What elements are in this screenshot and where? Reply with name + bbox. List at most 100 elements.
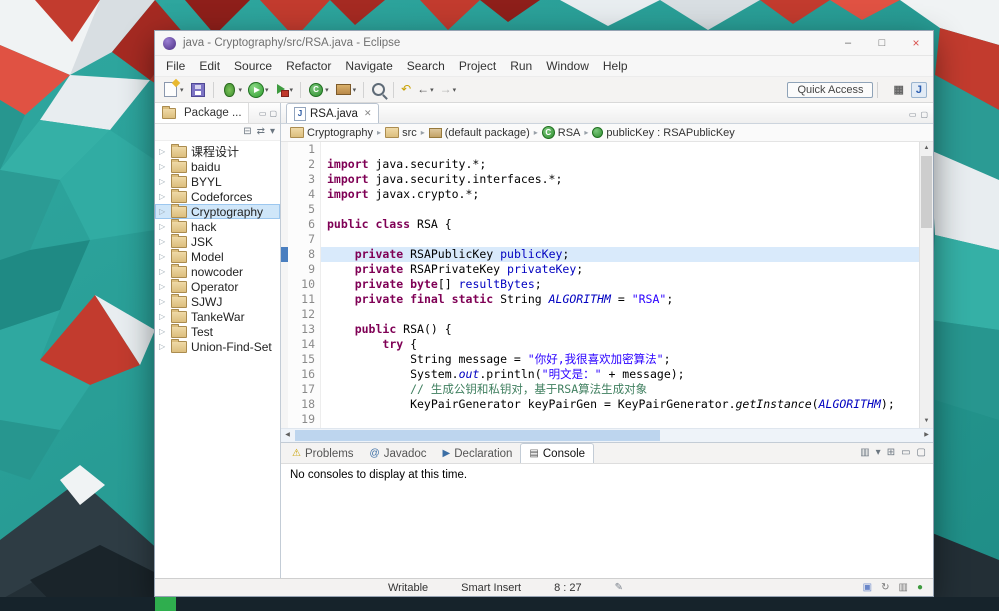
expand-arrow-icon[interactable]: ▷ [159, 297, 170, 306]
new-wizard-icon[interactable]: ▾ [160, 80, 186, 100]
tree-item[interactable]: ▷Operator [155, 279, 280, 294]
panel-tab-problems[interactable]: ⚠Problems [284, 444, 362, 463]
java-perspective-icon[interactable]: J [911, 82, 927, 98]
quick-access-button[interactable]: Quick Access [787, 82, 873, 98]
close-button[interactable]: × [899, 31, 933, 55]
menu-search[interactable]: Search [400, 57, 452, 75]
heap-status-icon[interactable]: ▥ [899, 582, 908, 593]
code-line[interactable]: 11 private final static String ALGORITHM… [281, 292, 919, 307]
view-menu-icon[interactable]: ▾ [270, 125, 275, 139]
menu-window[interactable]: Window [539, 57, 596, 75]
expand-arrow-icon[interactable]: ▷ [159, 312, 170, 321]
expand-arrow-icon[interactable]: ▷ [159, 162, 170, 171]
maximize-editor-icon[interactable]: ▢ [920, 110, 928, 119]
online-status-icon[interactable]: ● [917, 582, 923, 593]
tree-item[interactable]: ▷SJWJ [155, 294, 280, 309]
code-line[interactable]: 5 [281, 202, 919, 217]
code-line[interactable]: 18 KeyPairGenerator keyPairGen = KeyPair… [281, 397, 919, 412]
maximize-panel-icon[interactable]: ▢ [917, 446, 926, 460]
expand-arrow-icon[interactable]: ▷ [159, 327, 170, 336]
tree-item[interactable]: ▷Union-Find-Set [155, 339, 280, 354]
debug-icon[interactable]: ▾ [219, 80, 245, 100]
scroll-down-icon[interactable]: ▼ [920, 415, 933, 428]
menu-file[interactable]: File [159, 57, 192, 75]
expand-arrow-icon[interactable]: ▷ [159, 252, 170, 261]
start-button[interactable] [155, 597, 176, 611]
link-with-editor-icon[interactable]: ⇄ [257, 125, 265, 139]
breadcrumb-item[interactable]: src [383, 127, 419, 139]
scroll-up-icon[interactable]: ▲ [920, 142, 933, 155]
code-line[interactable]: 13 public RSA() { [281, 322, 919, 337]
code-line[interactable]: 4import javax.crypto.*; [281, 187, 919, 202]
expand-arrow-icon[interactable]: ▷ [159, 267, 170, 276]
back-icon[interactable]: ←▾ [415, 80, 436, 100]
title-bar[interactable]: java - Cryptography/src/RSA.java - Eclip… [155, 31, 933, 56]
breadcrumb-item[interactable]: publicKey : RSAPublicKey [590, 127, 736, 139]
code-line[interactable]: 12 [281, 307, 919, 322]
expand-arrow-icon[interactable]: ▷ [159, 192, 170, 201]
code-line[interactable]: 17 // 生成公钥和私钥对，基于RSA算法生成对象 [281, 382, 919, 397]
tree-item[interactable]: ▷BYYL [155, 174, 280, 189]
forward-icon[interactable]: →▾ [438, 80, 459, 100]
menu-refactor[interactable]: Refactor [279, 57, 338, 75]
tree-item[interactable]: ▷Codeforces [155, 189, 280, 204]
sync-icon[interactable]: ↻ [881, 582, 889, 593]
annotation-icon[interactable]: ▣ [863, 582, 872, 593]
panel-tab-declaration[interactable]: ▶Declaration [435, 444, 521, 463]
code-line[interactable]: 9 private RSAPrivateKey privateKey; [281, 262, 919, 277]
menu-source[interactable]: Source [227, 57, 279, 75]
horizontal-scrollbar-thumb[interactable] [295, 430, 660, 441]
tree-item[interactable]: ▷课程设计 [155, 144, 280, 159]
expand-arrow-icon[interactable]: ▷ [159, 177, 170, 186]
menu-edit[interactable]: Edit [192, 57, 227, 75]
tree-item[interactable]: ▷hack [155, 219, 280, 234]
tab-rsa-java[interactable]: J RSA.java ✕ [286, 103, 379, 123]
tree-item[interactable]: ▷Model [155, 249, 280, 264]
code-line[interactable]: 7 [281, 232, 919, 247]
code-line[interactable]: 15 String message = "你好,我很喜欢加密算法"; [281, 352, 919, 367]
expand-arrow-icon[interactable]: ▷ [159, 237, 170, 246]
vertical-scrollbar-thumb[interactable] [921, 156, 932, 228]
menu-project[interactable]: Project [452, 57, 503, 75]
tab-close-icon[interactable]: ✕ [364, 108, 372, 119]
console-menu-icon[interactable]: ▾ [876, 446, 881, 460]
expand-arrow-icon[interactable]: ▷ [159, 342, 170, 351]
taskbar[interactable] [0, 597, 999, 611]
minimize-view-icon[interactable]: ▭ [259, 109, 267, 118]
save-icon[interactable] [188, 80, 208, 100]
menu-run[interactable]: Run [503, 57, 539, 75]
expand-arrow-icon[interactable]: ▷ [159, 282, 170, 291]
expand-arrow-icon[interactable]: ▷ [159, 222, 170, 231]
panel-tab-javadoc[interactable]: @Javadoc [362, 444, 435, 463]
run-icon[interactable]: ▾ [246, 80, 271, 100]
search-icon[interactable] [369, 80, 388, 100]
external-tools-icon[interactable]: ▾ [273, 80, 296, 100]
new-java-class-icon[interactable]: C▾ [306, 80, 331, 100]
tree-item[interactable]: ▷JSK [155, 234, 280, 249]
menu-navigate[interactable]: Navigate [338, 57, 399, 75]
breadcrumb-item[interactable]: Cryptography [288, 127, 375, 139]
minimize-button[interactable]: – [831, 31, 865, 55]
tree-item[interactable]: ▷Test [155, 324, 280, 339]
scroll-right-icon[interactable]: ▶ [920, 429, 933, 442]
panel-tab-console[interactable]: ▤Console [520, 443, 594, 463]
minimize-editor-icon[interactable]: ▭ [909, 110, 917, 119]
menu-help[interactable]: Help [596, 57, 635, 75]
scroll-left-icon[interactable]: ◀ [281, 429, 294, 442]
maximize-view-icon[interactable]: ▢ [269, 109, 277, 118]
breadcrumb-item[interactable]: (default package) [427, 127, 532, 139]
code-line[interactable]: 16 System.out.println("明文是：" + message); [281, 367, 919, 382]
code-line[interactable]: 14 try { [281, 337, 919, 352]
breadcrumb-item[interactable]: CRSA [540, 126, 583, 139]
open-perspective-icon[interactable]: ▦ [888, 81, 908, 98]
tree-item[interactable]: ▷Cryptography [155, 204, 280, 219]
expand-arrow-icon[interactable]: ▷ [159, 207, 170, 216]
collapse-all-icon[interactable]: ⊟ [243, 125, 251, 139]
code-area[interactable]: 12import java.security.*;3import java.se… [281, 142, 919, 428]
tree-item[interactable]: ▷TankeWar [155, 309, 280, 324]
horizontal-scrollbar[interactable]: ◀ ▶ [281, 428, 933, 442]
new-java-package-icon[interactable]: ▾ [333, 80, 359, 100]
code-line[interactable]: 3import java.security.interfaces.*; [281, 172, 919, 187]
expand-arrow-icon[interactable]: ▷ [159, 147, 170, 156]
minimize-panel-icon[interactable]: ▭ [901, 446, 910, 460]
